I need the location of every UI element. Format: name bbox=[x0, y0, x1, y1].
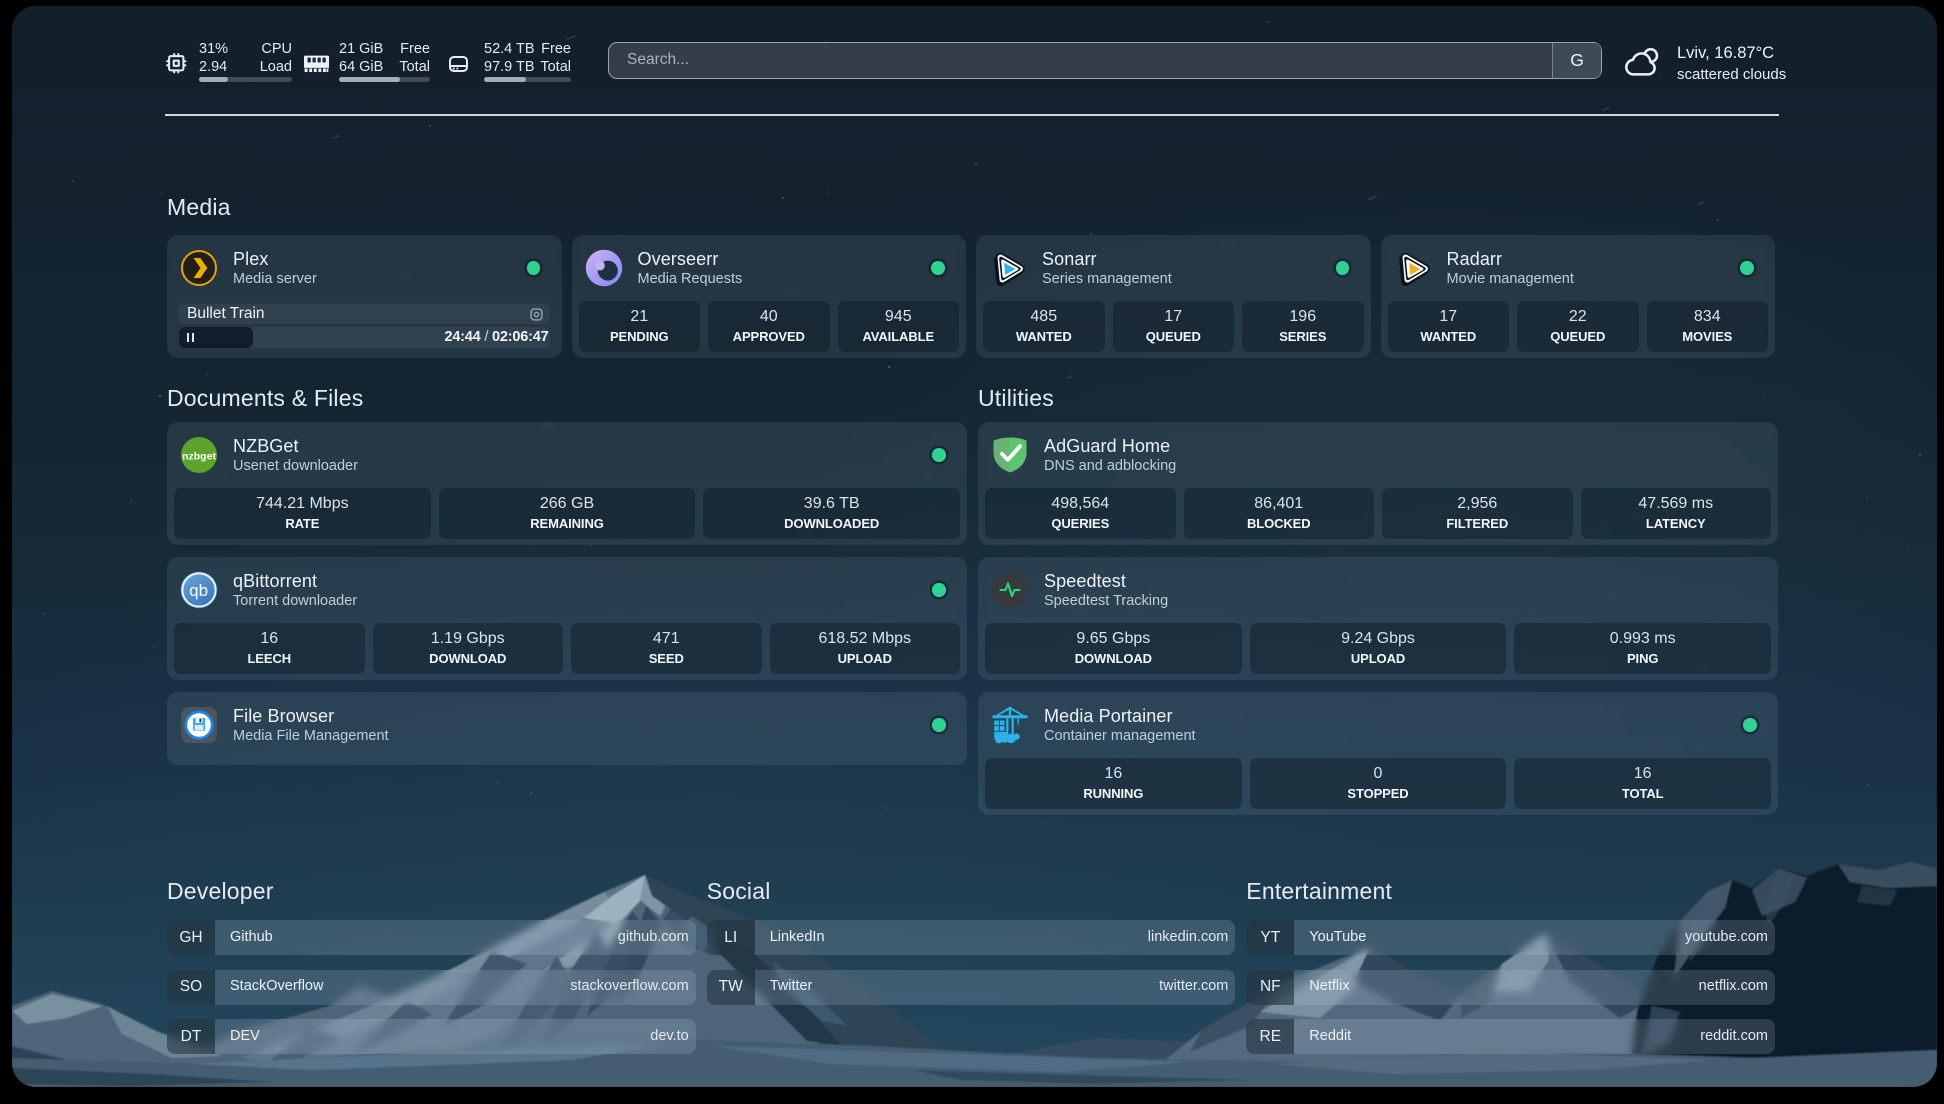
svg-text:nzbget: nzbget bbox=[182, 451, 216, 463]
svg-text:qb: qb bbox=[189, 581, 208, 600]
